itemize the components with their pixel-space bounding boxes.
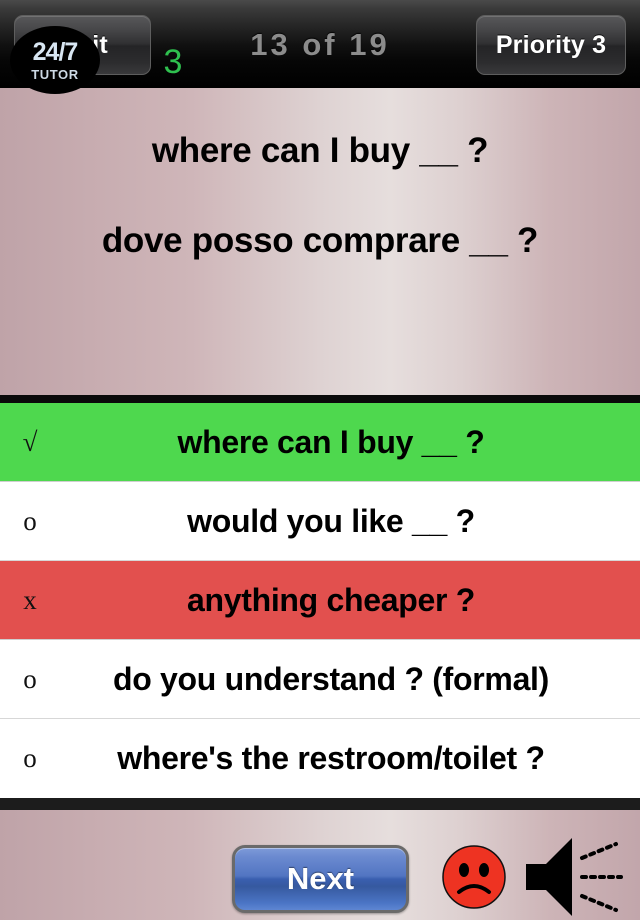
- speaker-icon[interactable]: [524, 836, 636, 918]
- answer-row[interactable]: o do you understand ? (formal): [0, 640, 640, 719]
- answer-marker: √: [22, 426, 38, 457]
- next-button-label: Next: [286, 861, 355, 896]
- answer-marker: o: [23, 663, 37, 694]
- question-translation: dove posso comprare __ ?: [101, 221, 539, 260]
- answer-marker: o: [23, 743, 37, 773]
- top-navigation-bar: Quit 13 of 19 Priority 3: [0, 0, 640, 88]
- answer-marker: x: [23, 584, 37, 615]
- answer-row[interactable]: √ where can I buy __ ?: [0, 403, 640, 482]
- answer-row[interactable]: x anything cheaper ?: [0, 561, 640, 640]
- question-panel: where can I buy __ ? dove posso comprare…: [0, 88, 640, 395]
- quiz-screen: Quit 13 of 19 Priority 3 where can I buy…: [0, 0, 640, 920]
- answer-row[interactable]: o where's the restroom/toilet ?: [0, 719, 640, 798]
- answer-label: would you like __ ?: [187, 502, 475, 539]
- answer-label: do you understand ? (formal): [112, 660, 550, 697]
- next-button[interactable]: Next: [232, 845, 409, 913]
- answer-list: √ where can I buy __ ? o would you like …: [0, 403, 640, 798]
- answer-marker: o: [23, 505, 37, 536]
- answer-row[interactable]: o would you like __ ?: [0, 482, 640, 561]
- tutor-badge-subtitle: TUTOR: [31, 66, 79, 82]
- priority-button[interactable]: Priority 3: [476, 15, 626, 75]
- answer-label: where's the restroom/toilet ?: [117, 740, 545, 776]
- score-counter: 3: [163, 43, 183, 81]
- tutor-logo-badge[interactable]: 24/7 TUTOR: [10, 26, 100, 94]
- question-prompt: where can I buy __ ?: [151, 131, 489, 170]
- panel-divider: [0, 395, 640, 403]
- priority-button-label: Priority 3: [495, 30, 607, 59]
- tutor-badge-title: 24/7: [32, 37, 79, 66]
- sad-face-icon[interactable]: [441, 844, 507, 910]
- answer-label: anything cheaper ?: [187, 581, 475, 618]
- answer-label: where can I buy __ ?: [177, 423, 485, 460]
- list-divider: [0, 798, 640, 810]
